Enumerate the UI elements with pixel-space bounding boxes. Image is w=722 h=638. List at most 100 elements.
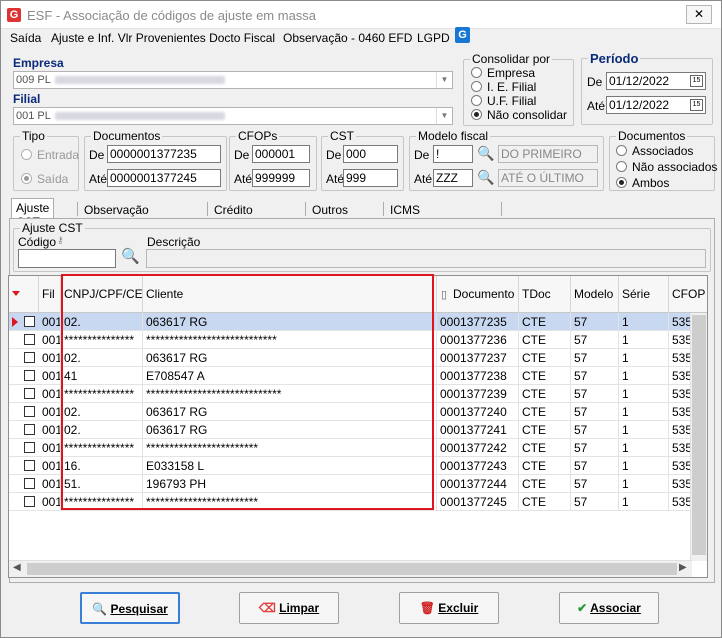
cell-serie: 1 [619,385,669,403]
grid-header-documento[interactable]: Documento [437,276,519,313]
documentos-ate-input[interactable]: 0000001377245 [107,169,221,187]
scroll-left-icon[interactable]: ◀ [13,562,21,573]
cell-fil: 001 [39,313,61,331]
radio-entrada[interactable] [21,149,32,160]
sort-indicator-icon [12,291,20,296]
radio-nao-consolidar[interactable] [471,109,482,120]
cell-serie: 1 [619,475,669,493]
row-checkbox[interactable] [24,352,35,363]
row-checkbox[interactable] [24,334,35,345]
tab-credito-presumido[interactable]: Crédito Presumido [209,200,276,231]
calendar-icon[interactable]: 15 [690,75,703,87]
radio-ie-filial[interactable] [471,81,482,92]
vertical-scrollbar[interactable] [690,313,707,561]
cell-cliente: 063617 RG [143,349,437,367]
modelo-de-input[interactable]: ! [433,145,473,163]
radio-nao-associados[interactable] [616,161,627,172]
periodo-ate-label: Até [587,99,606,113]
g-logo-icon[interactable]: G [455,27,470,43]
table-row[interactable]: 001 41 E708547 A 0001377238 CTE 57 1 535 [9,367,699,385]
cell-modelo: 57 [571,457,619,475]
cfops-de-input[interactable]: 000001 [252,145,310,163]
chevron-down-icon[interactable]: ▼ [436,72,452,88]
radio-associados[interactable] [616,145,627,156]
menu-observacao[interactable]: Observação - 0460 EFD [283,31,412,45]
cst-ate-input[interactable]: 999 [343,169,398,187]
table-row[interactable]: 001 *************** **********************… [9,385,699,403]
empresa-select[interactable]: 009 PL ▼ [13,71,453,89]
table-row[interactable]: 001 02. 063617 RG 0001377240 CTE 57 1 535 [9,403,699,421]
cell-fil: 001 [39,385,61,403]
row-checkbox[interactable] [24,442,35,453]
row-checkbox[interactable] [24,496,35,507]
radio-ambos[interactable] [616,177,627,188]
table-row[interactable]: 001 *************** **********************… [9,439,699,457]
row-checkbox[interactable] [24,388,35,399]
limpar-button[interactable]: ⌫ Limpar [239,592,339,624]
cell-serie: 1 [619,403,669,421]
row-checkbox[interactable] [24,460,35,471]
menu-ajuste[interactable]: Ajuste e Inf. Vlr Provenientes Docto Fis… [51,31,275,45]
calendar-icon[interactable]: 15 [690,99,703,111]
periodo-ate-input[interactable]: 01/12/2022 15 [606,96,706,114]
grid-header-cliente[interactable]: Cliente [143,276,437,313]
search-icon[interactable]: 🔍 [477,145,494,162]
modelo-ate-label: Até [414,172,433,186]
tab-observacao[interactable]: Observação - 0460 EFD [79,200,154,231]
grid-header-modelo[interactable]: Modelo [571,276,619,313]
row-checkbox[interactable] [24,370,35,381]
filial-select[interactable]: 001 PL ▼ [13,107,453,125]
grid-header-cnpj[interactable]: CNPJ/CPF/CEI [61,276,143,313]
tab-ajuste-cst[interactable]: Ajuste CST [11,198,55,229]
hscroll-thumb[interactable] [27,563,677,575]
cfops-ate-input[interactable]: 999999 [252,169,310,187]
scroll-right-icon[interactable]: ▶ [679,562,687,573]
descricao-input [146,249,706,268]
radio-empresa[interactable] [471,67,482,78]
excluir-button[interactable]: 🗑 Excluir [399,592,499,624]
table-row[interactable]: 001 02. 063617 RG 0001377241 CTE 57 1 535 [9,421,699,439]
row-checkbox[interactable] [24,316,35,327]
radio-saida[interactable] [21,173,32,184]
scroll-thumb[interactable] [692,315,706,555]
horizontal-scrollbar[interactable]: ◀ ▶ [9,560,692,577]
cell-fil: 001 [39,421,61,439]
table-row[interactable]: 001 51. 196793 PH 0001377244 CTE 57 1 535 [9,475,699,493]
row-checkbox[interactable] [24,478,35,489]
grid-header-serie[interactable]: Série [619,276,669,313]
ajuste-cst-title: Ajuste CST [20,221,85,235]
modelo-fiscal-title: Modelo fiscal [416,129,491,143]
codigo-input[interactable] [18,249,116,268]
table-row[interactable]: 001 *************** **********************… [9,493,699,511]
cell-serie: 1 [619,421,669,439]
tab-icms-antecipado[interactable]: ICMS pago antecipado [385,200,454,245]
cell-cliente: E708547 A [143,367,437,385]
table-row[interactable]: 001 16. E033158 L 0001377243 CTE 57 1 535 [9,457,699,475]
cell-cnpj: 51. [61,475,143,493]
search-icon[interactable]: 🔍 [477,169,494,186]
radio-uf-filial[interactable] [471,95,482,106]
chevron-down-icon[interactable]: ▼ [436,108,452,124]
cst-de-input[interactable]: 000 [343,145,398,163]
row-checkbox[interactable] [24,406,35,417]
menu-lgpd[interactable]: LGPD [417,31,450,45]
search-icon[interactable]: 🔍 [121,247,140,265]
periodo-de-input[interactable]: 01/12/2022 15 [606,72,706,90]
table-row[interactable]: 001 *************** **********************… [9,331,699,349]
cell-modelo: 57 [571,313,619,331]
close-button[interactable]: ✕ [686,5,712,24]
tab-outros-ajustes[interactable]: Outros ajustes [307,200,355,231]
grid-header-tdoc[interactable]: TDoc [519,276,571,313]
associar-button[interactable]: ✔ Associar [559,592,659,624]
pesquisar-button[interactable]: 🔍 Pesquisar [80,592,180,624]
modelo-ate-input[interactable]: ZZZ [433,169,473,187]
cell-tdoc: CTE [519,421,571,439]
menu-saida[interactable]: Saída [10,31,41,45]
documentos-de-input[interactable]: 0000001377235 [107,145,221,163]
grid-header-cfop[interactable]: CFOP [669,276,707,313]
table-row[interactable]: 001 02. 063617 RG 0001377237 CTE 57 1 535 [9,349,699,367]
row-checkbox[interactable] [24,424,35,435]
grid-header-fil[interactable]: Fil [39,276,61,313]
table-row[interactable]: 001 02. 063617 RG 0001377235 CTE 57 1 535 [9,313,699,331]
limpar-label: Limpar [279,601,320,615]
